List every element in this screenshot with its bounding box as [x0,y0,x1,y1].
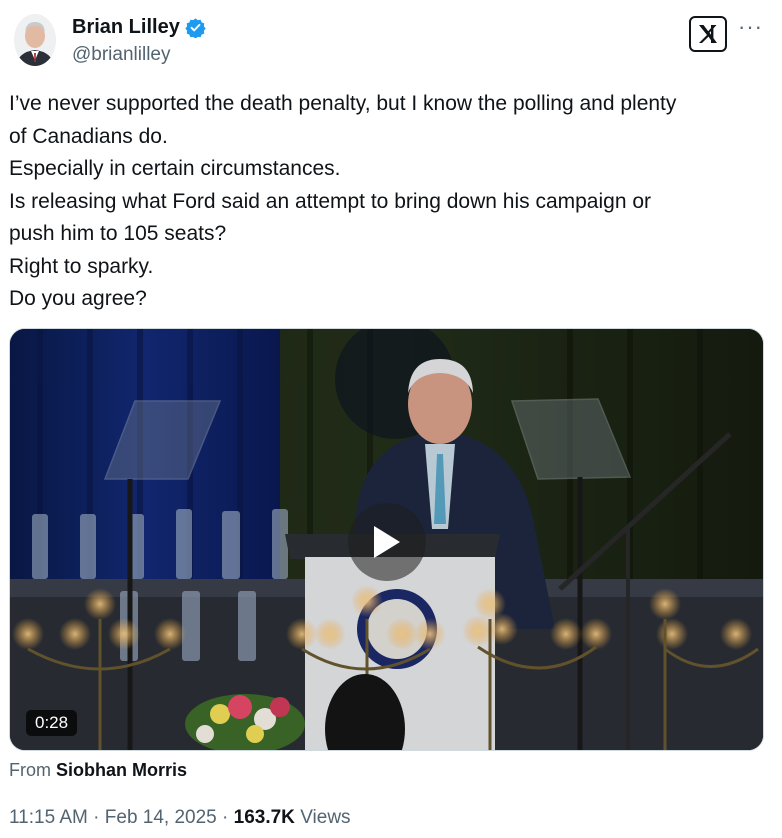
tweet-line: of Canadians do. [9,124,168,148]
video-player[interactable]: 0:28 [9,328,764,751]
from-source-link[interactable]: Siobhan Morris [56,760,187,780]
from-prefix: From [9,760,51,780]
meta-separator: · [93,807,100,828]
play-button[interactable] [348,503,426,581]
avatar[interactable] [14,14,56,66]
tweet-line: Especially in certain circumstances. [9,157,341,180]
author-handle[interactable]: @brianlilley [72,44,206,66]
tweet-text: I’ve never supported the death penalty, … [9,88,769,316]
tweet-line: Is releasing what Ford said an attempt t… [9,189,652,213]
video-duration: 0:28 [26,710,78,736]
tweet-header: Brian Lilley @brianlilley ··· [0,0,782,80]
tweet-line: Do you agree? [9,287,147,310]
media-attribution: From Siobhan Morris [9,760,187,781]
views-count: 163.7K [233,807,295,828]
verified-badge-icon [185,17,206,39]
meta-separator: · [222,807,229,828]
views-label: Views [300,807,351,828]
tweet-line: Right to sparky. [9,254,154,278]
tweet-date[interactable]: Feb 14, 2025 [105,807,217,828]
author-name[interactable]: Brian Lilley [72,16,180,39]
author-block: Brian Lilley @brianlilley [72,14,206,66]
x-logo-icon[interactable] [689,16,727,52]
tweet-time[interactable]: 11:15 AM [9,807,88,828]
more-icon[interactable]: ··· [738,16,763,38]
tweet-line: I’ve never supported the death penalty, … [9,92,677,115]
play-icon [374,526,400,558]
tweet-meta: 11:15 AM · Feb 14, 2025 · 163.7K Views [9,807,351,829]
tweet-line: push him to 105 seats? [9,222,227,245]
